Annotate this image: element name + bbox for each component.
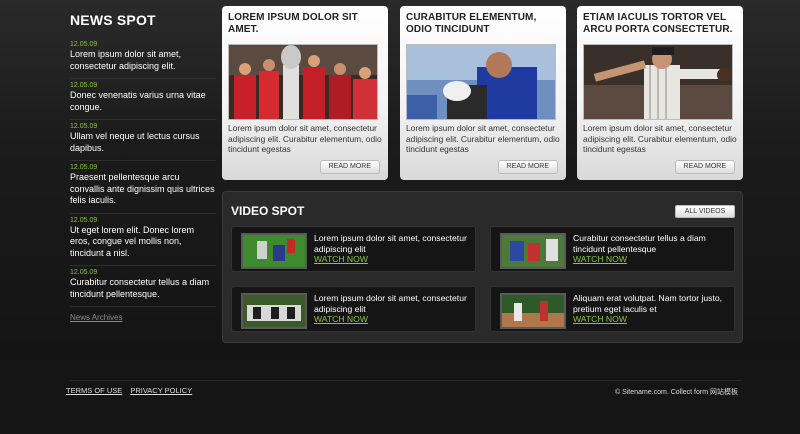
- news-text[interactable]: Lorem ipsum dolor sit amet, consectetur …: [70, 49, 216, 72]
- news-date: 12.05.09: [70, 41, 98, 48]
- card-title[interactable]: LOREM IPSUM DOLOR SIT AMET.: [228, 12, 382, 40]
- video-description: Lorem ipsum dolor sit amet, consectetur …: [314, 293, 474, 325]
- watch-now-link[interactable]: WATCH NOW: [573, 314, 733, 325]
- news-date: 12.05.09: [70, 82, 98, 89]
- news-archives-link[interactable]: News Archives: [70, 313, 122, 322]
- news-date: 12.05.09: [70, 269, 98, 276]
- copyright-text: © Sitename.com. Collect form 网站模板: [614, 389, 738, 396]
- video-item: Aliquam erat volutpat. Nam tortor justo,…: [490, 286, 735, 332]
- video-text: Curabitur consectetur tellus a diam tinc…: [573, 233, 706, 254]
- news-text[interactable]: Curabitur consectetur tellus a diam tinc…: [70, 277, 216, 300]
- privacy-policy-link[interactable]: PRIVACY POLICY: [130, 386, 192, 395]
- video-item: Lorem ipsum dolor sit amet, consectetur …: [231, 226, 476, 272]
- video-text: Aliquam erat volutpat. Nam tortor justo,…: [573, 293, 723, 314]
- read-more-button[interactable]: READ MORE: [497, 160, 558, 174]
- video-thumbnail[interactable]: [500, 293, 566, 329]
- news-date: 12.05.09: [70, 123, 98, 130]
- video-description: Curabitur consectetur tellus a diam tinc…: [573, 233, 733, 265]
- video-item: Lorem ipsum dolor sit amet, consectetur …: [231, 286, 476, 332]
- video-item: Curabitur consectetur tellus a diam tinc…: [490, 226, 735, 272]
- news-text[interactable]: Praesent pellentesque arcu convallis ant…: [70, 172, 216, 207]
- video-thumbnail[interactable]: [241, 293, 307, 329]
- card-body: Lorem ipsum dolor sit amet, consectetur …: [406, 123, 560, 154]
- news-item[interactable]: 12.05.09 Lorem ipsum dolor sit amet, con…: [70, 38, 216, 79]
- feature-card: LOREM IPSUM DOLOR SIT AMET. Lorem ipsum …: [222, 6, 388, 180]
- video-text: Lorem ipsum dolor sit amet, consectetur …: [314, 233, 467, 254]
- video-spot-title: VIDEO SPOT: [231, 204, 305, 218]
- terms-of-use-link[interactable]: TERMS OF USE: [66, 386, 122, 395]
- news-item[interactable]: 12.05.09 Donec venenatis varius urna vit…: [70, 79, 216, 120]
- card-title[interactable]: ETIAM IACULIS TORTOR VEL ARCU PORTA CONS…: [583, 12, 737, 40]
- news-date: 12.05.09: [70, 216, 98, 224]
- watch-now-link[interactable]: WATCH NOW: [314, 254, 474, 265]
- read-more-button[interactable]: READ MORE: [674, 160, 735, 174]
- news-text[interactable]: Donec venenatis varius urna vitae congue…: [70, 90, 216, 113]
- news-item[interactable]: 12.05.09 Praesent pellentesque arcu conv…: [70, 161, 216, 214]
- video-text: Lorem ipsum dolor sit amet, consectetur …: [314, 293, 467, 314]
- card-body: Lorem ipsum dolor sit amet, consectetur …: [583, 123, 737, 154]
- video-description: Lorem ipsum dolor sit amet, consectetur …: [314, 233, 474, 265]
- news-item[interactable]: 12.05.09 Ullam vel neque ut lectus cursu…: [70, 120, 216, 161]
- watch-now-link[interactable]: WATCH NOW: [573, 254, 733, 265]
- baseball-pitcher-photo[interactable]: [583, 44, 733, 120]
- news-date: 12.05.09: [70, 164, 98, 171]
- news-text[interactable]: Ullam vel neque ut lectus cursus dapibus…: [70, 131, 216, 154]
- news-spot: NEWS SPOT 12.05.09 Lorem ipsum dolor sit…: [70, 12, 216, 325]
- feature-card: CURABITUR ELEMENTUM, ODIO TINCIDUNT Lore…: [400, 6, 566, 180]
- rugby-player-photo[interactable]: [406, 44, 556, 120]
- video-thumbnail[interactable]: [241, 233, 307, 269]
- news-title: NEWS SPOT: [70, 12, 156, 28]
- news-item[interactable]: 12.05.09 Curabitur consectetur tellus a …: [70, 266, 216, 307]
- all-videos-button[interactable]: ALL VIDEOS: [675, 205, 735, 218]
- card-body: Lorem ipsum dolor sit amet, consectetur …: [228, 123, 382, 154]
- news-item[interactable]: 12.05.09 Ut eget lorem elit. Donec lorem…: [70, 214, 216, 266]
- footer-links: TERMS OF USE PRIVACY POLICY: [66, 386, 198, 395]
- football-celebration-photo[interactable]: [228, 44, 378, 120]
- news-text[interactable]: Ut eget lorem elit. Donec lorem eros, co…: [70, 225, 216, 260]
- video-description: Aliquam erat volutpat. Nam tortor justo,…: [573, 293, 733, 325]
- footer-divider: [70, 380, 742, 381]
- card-title[interactable]: CURABITUR ELEMENTUM, ODIO TINCIDUNT: [406, 12, 560, 40]
- watch-now-link[interactable]: WATCH NOW: [314, 314, 474, 325]
- feature-card: ETIAM IACULIS TORTOR VEL ARCU PORTA CONS…: [577, 6, 743, 180]
- read-more-button[interactable]: READ MORE: [319, 160, 380, 174]
- video-spot: VIDEO SPOT ALL VIDEOS Lorem ipsum dolor …: [222, 191, 743, 343]
- video-thumbnail[interactable]: [500, 233, 566, 269]
